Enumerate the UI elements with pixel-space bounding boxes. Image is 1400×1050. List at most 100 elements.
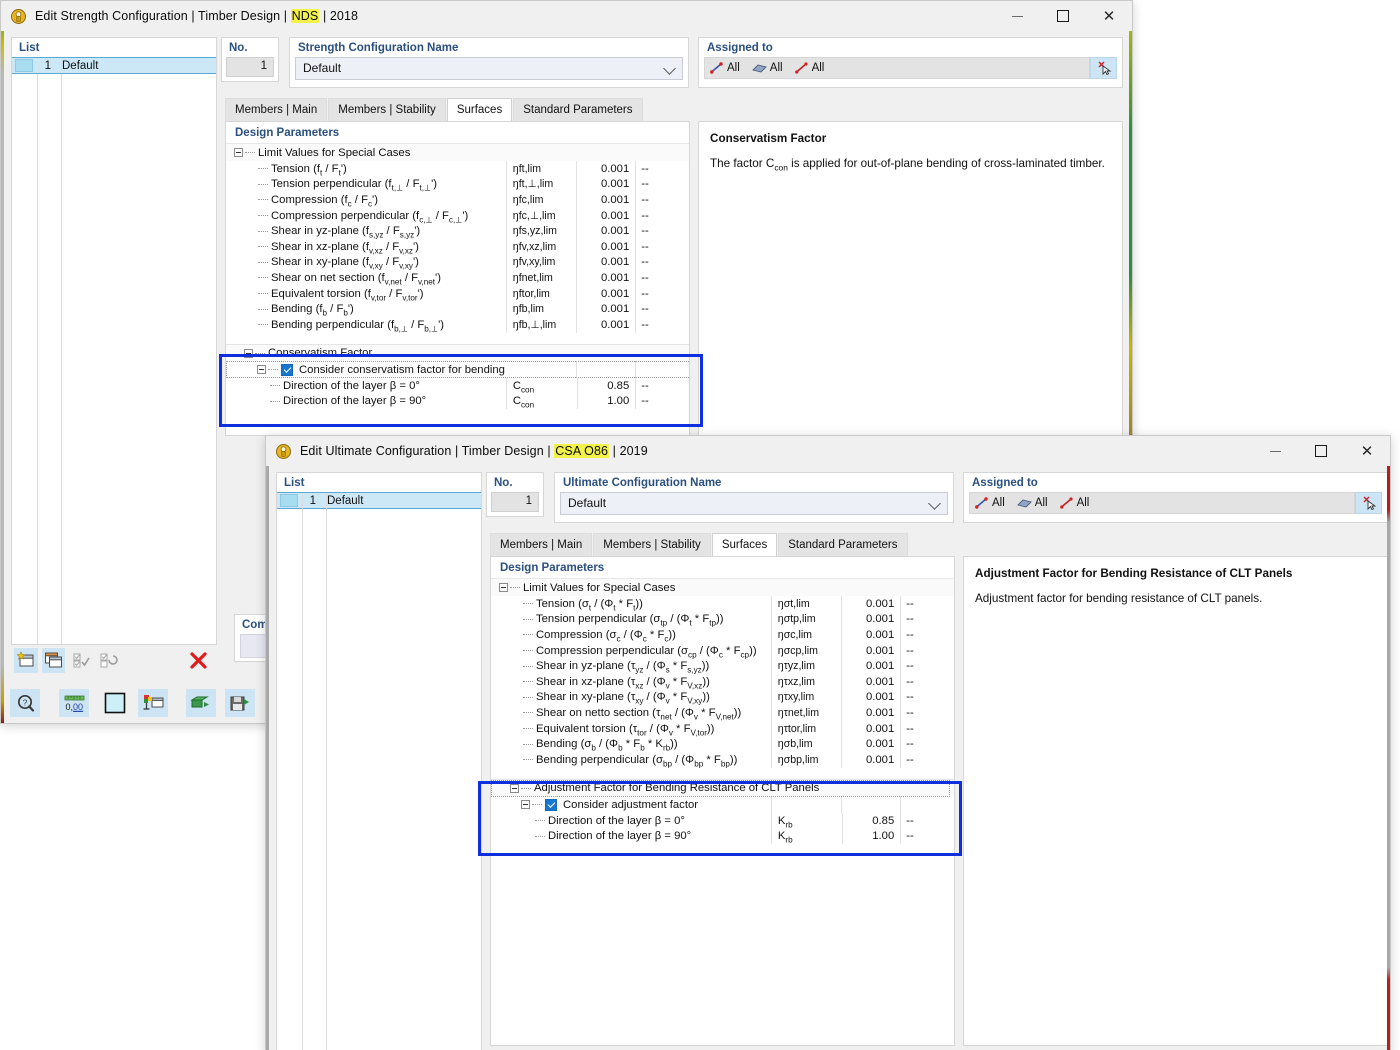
tab-members-main[interactable]: Members | Main	[225, 98, 328, 121]
limit-value-value[interactable]: 0.001	[866, 754, 894, 766]
limit-value-row[interactable]: Shear in xy-plane (fv,xy / Fv,xy') ŋfv,xy…	[226, 254, 689, 270]
limit-value-row[interactable]: Bending perpendicular (fb,⊥ / Fb,⊥') ŋfb,…	[226, 316, 689, 333]
tab-members-stability[interactable]: Members | Stability	[593, 533, 711, 556]
limit-value-value[interactable]: 0.001	[866, 676, 894, 688]
limit-value-row[interactable]: Tension (σt / (Φt * Ft)) ŋσt,lim 0.001 --	[491, 596, 954, 612]
limit-value-row[interactable]: Compression (fc / Fc') ŋfc,lim 0.001 --	[226, 192, 689, 208]
import-button[interactable]	[186, 689, 216, 717]
configuration-name-input[interactable]: Default	[560, 492, 948, 515]
configuration-name-input[interactable]: Default	[295, 57, 683, 80]
limit-value-value[interactable]: 0.001	[866, 660, 894, 672]
maximize-button[interactable]	[1298, 436, 1344, 466]
limit-value-row[interactable]: Bending (σb / (Φb * Fb * Krb)) ŋσb,lim 0.0…	[491, 736, 954, 752]
limit-value-value[interactable]: 0.001	[601, 163, 629, 175]
assigned-item-members[interactable]: All	[975, 497, 1005, 509]
design-parameters-grid[interactable]: Design Parameters Limit Values for Speci…	[490, 556, 955, 1046]
conservatism-direction-90-row[interactable]: Direction of the layer β = 90° Ccon 1.00…	[226, 393, 689, 409]
limit-value-value[interactable]: 0.001	[866, 707, 894, 719]
list-toolbar[interactable]	[14, 644, 214, 676]
limit-value-row[interactable]: Shear in xz-plane (fv,xz / Fv,xz') ŋfv,xz…	[226, 238, 689, 255]
tab-standard-parameters[interactable]: Standard Parameters	[778, 533, 908, 556]
limit-value-row[interactable]: Compression perpendicular (σcp / (Φc * F…	[491, 642, 954, 658]
list-item[interactable]: 1 Default	[12, 57, 216, 74]
limit-value-value[interactable]: 0.001	[866, 613, 894, 625]
tab-standard-parameters[interactable]: Standard Parameters	[513, 98, 643, 121]
collapse-icon[interactable]	[257, 365, 266, 374]
limit-value-row[interactable]: Bending perpendicular (σbp / (Φbp * Fbp)…	[491, 751, 954, 768]
adjustment-direction-0-row[interactable]: Direction of the layer β = 0° Krb 0.85 -…	[491, 813, 954, 829]
consider-adjustment-factor-row[interactable]: Consider adjustment factor	[491, 796, 954, 813]
conservatism-direction-0-row[interactable]: Direction of the layer β = 0° Ccon 0.85 …	[226, 378, 689, 394]
limit-value-row[interactable]: Bending (fb / Fb') ŋfb,lim 0.001 --	[226, 301, 689, 317]
limit-value-row[interactable]: Shear on netto section (τnet / (Φv * FV,…	[491, 705, 954, 721]
export-button[interactable]	[225, 689, 255, 717]
conservatism-direction-90-value[interactable]: 1.00	[607, 395, 629, 407]
limit-value-value[interactable]: 0.001	[601, 194, 629, 206]
limit-value-row[interactable]: Equivalent torsion (τtor / (Φv * FV,tor)…	[491, 720, 954, 736]
adjustment-direction-90-row[interactable]: Direction of the layer β = 90° Krb 1.00 …	[491, 828, 954, 844]
assigned-item-lines[interactable]: All	[1059, 497, 1089, 509]
limit-value-row[interactable]: Tension perpendicular (σtp / (Φt * Ftp))…	[491, 611, 954, 627]
limit-value-row[interactable]: Shear in xy-plane (τxy / (Φv * FV,xy)) ŋτ…	[491, 689, 954, 705]
tab-surfaces[interactable]: Surfaces	[711, 533, 778, 556]
consider-conservatism-factor-row[interactable]: Consider conservatism factor for bending	[226, 361, 689, 378]
limit-value-value[interactable]: 0.001	[601, 272, 629, 284]
collapse-icon[interactable]	[244, 348, 253, 358]
group-row-adjustment-factor[interactable]: Adjustment Factor for Bending Resistance…	[491, 779, 954, 797]
color-swatch-button[interactable]	[100, 689, 130, 717]
limit-value-value[interactable]: 0.001	[601, 288, 629, 300]
chevron-down-icon[interactable]	[928, 497, 941, 510]
group-row-conservatism-factor[interactable]: Conservatism Factor	[226, 344, 689, 361]
clear-assignment-button[interactable]	[1090, 57, 1117, 79]
consider-conservatism-factor-checkbox[interactable]	[281, 363, 293, 376]
minimize-button[interactable]	[994, 1, 1040, 31]
new-configuration-button[interactable]	[14, 647, 38, 673]
limit-value-value[interactable]: 0.001	[601, 256, 629, 268]
tab-members-main[interactable]: Members | Main	[490, 533, 593, 556]
limit-value-value[interactable]: 0.001	[866, 645, 894, 657]
collapse-icon[interactable]	[510, 783, 519, 793]
collapse-icon[interactable]	[234, 148, 243, 157]
consider-adjustment-factor-checkbox[interactable]	[545, 798, 557, 811]
limit-value-value[interactable]: 0.001	[866, 723, 894, 735]
conservatism-direction-0-value[interactable]: 0.85	[607, 380, 629, 392]
limit-value-row[interactable]: Shear in xz-plane (τxz / (Φv * FV,xz)) ŋτ…	[491, 673, 954, 690]
tab-members-stability[interactable]: Members | Stability	[328, 98, 446, 121]
assigned-item-surfaces[interactable]: All	[1016, 497, 1048, 509]
units-button[interactable]: 0, 00	[59, 689, 89, 717]
limit-value-value[interactable]: 0.001	[601, 210, 629, 222]
copy-configuration-button[interactable]	[41, 647, 66, 673]
limit-value-value[interactable]: 0.001	[601, 303, 629, 315]
delete-configuration-button[interactable]	[187, 648, 210, 673]
limit-value-value[interactable]: 0.001	[601, 241, 629, 253]
limit-value-value[interactable]: 0.001	[866, 598, 894, 610]
window2-tabs[interactable]: Members | Main Members | Stability Surfa…	[490, 533, 909, 556]
maximize-button[interactable]	[1040, 1, 1086, 31]
limit-value-row[interactable]: Equivalent torsion (fv,tor / Fv,tor') ŋft…	[226, 285, 689, 301]
window1-titlebar[interactable]: Edit Strength Configuration | Timber Des…	[1, 1, 1132, 31]
assigned-to-field[interactable]: All All All	[969, 492, 1355, 514]
minimize-button[interactable]	[1252, 436, 1298, 466]
limit-value-value[interactable]: 0.001	[866, 629, 894, 641]
window2-titlebar[interactable]: Edit Ultimate Configuration | Timber Des…	[266, 436, 1390, 466]
window1-tabs[interactable]: Members | Main Members | Stability Surfa…	[225, 98, 644, 121]
limit-value-row[interactable]: Tension (ft / Ft') ŋft,lim 0.001 --	[226, 161, 689, 177]
assigned-item-members[interactable]: All	[710, 62, 740, 74]
chevron-down-icon[interactable]	[663, 62, 676, 75]
help-button[interactable]: ?	[10, 689, 40, 717]
limit-value-row[interactable]: Shear on net section (fv,net / Fv,net') ŋ…	[226, 270, 689, 286]
adjustment-direction-0-value[interactable]: 0.85	[872, 815, 894, 827]
list-item[interactable]: 1 Default	[277, 492, 481, 509]
limit-value-value[interactable]: 0.001	[866, 738, 894, 750]
assigned-item-lines[interactable]: All	[794, 62, 824, 74]
close-button[interactable]: ✕	[1344, 436, 1390, 466]
limit-value-row[interactable]: Shear in yz-plane (fs,yz / Fs,yz') ŋfs,yz…	[226, 223, 689, 239]
adjustment-direction-90-value[interactable]: 1.00	[872, 830, 894, 842]
configuration-list-panel[interactable]: List 1 Default	[11, 37, 217, 645]
tab-surfaces[interactable]: Surfaces	[446, 98, 513, 121]
group-row-limit-values[interactable]: Limit Values for Special Cases	[226, 144, 689, 161]
collapse-icon[interactable]	[499, 583, 508, 592]
limit-value-value[interactable]: 0.001	[866, 691, 894, 703]
configuration-list-panel[interactable]: List 1 Default	[276, 472, 482, 1050]
limit-value-value[interactable]: 0.001	[601, 319, 629, 331]
